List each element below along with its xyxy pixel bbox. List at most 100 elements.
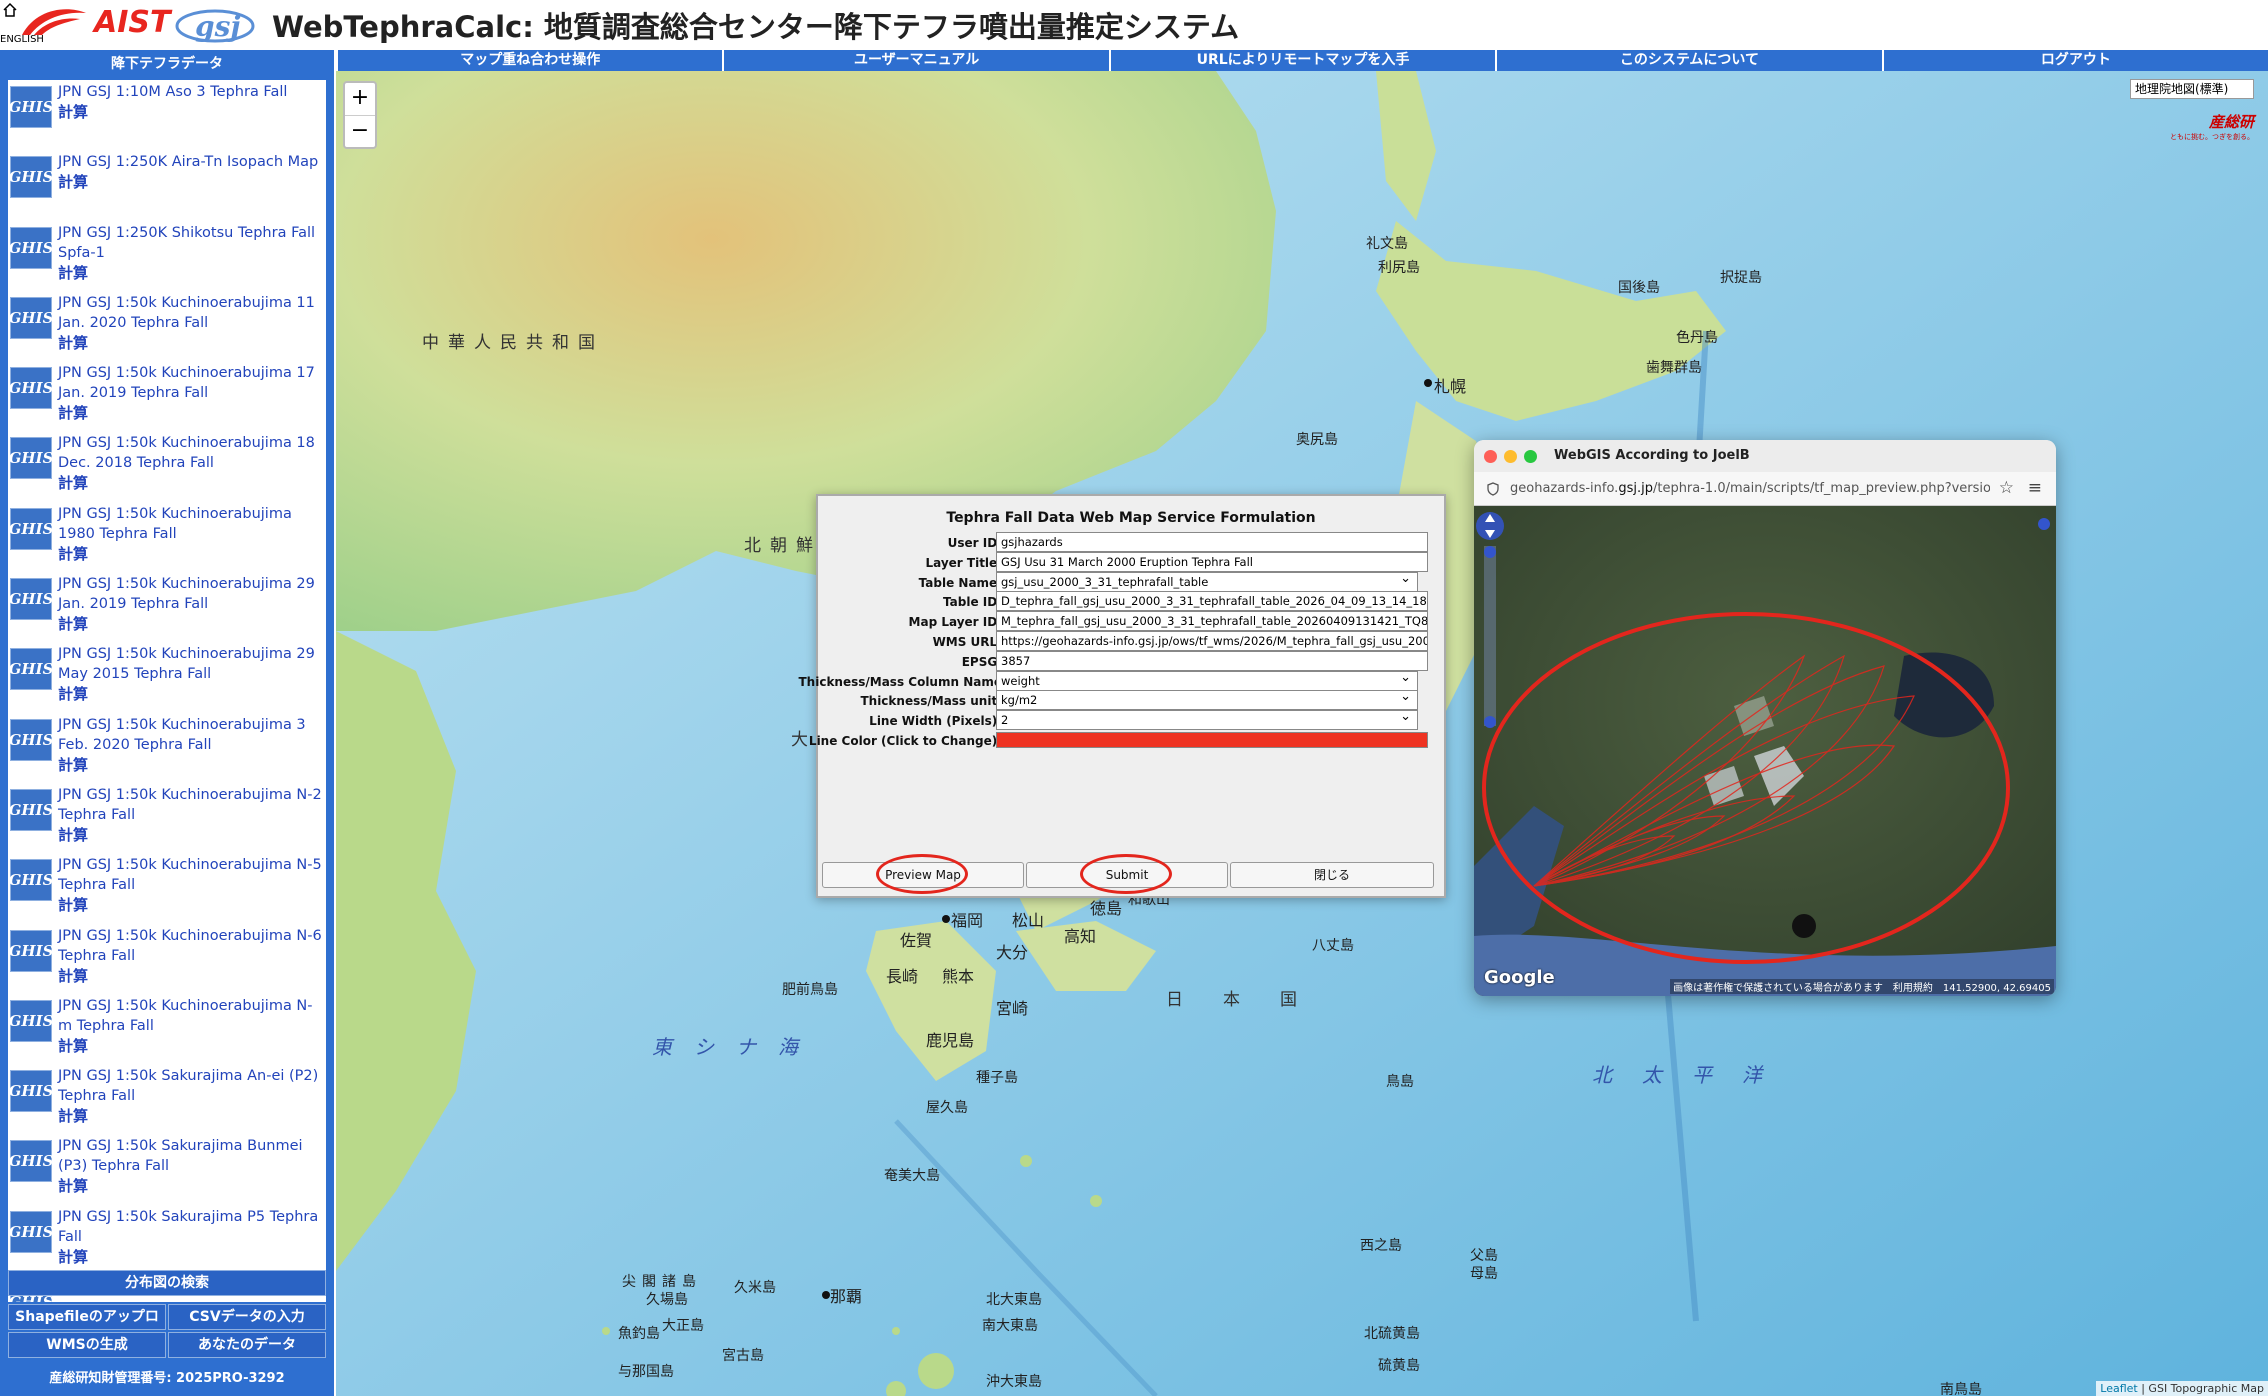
layer-list-item[interactable]: GHIS JPN GSJ 1:50k Sakurajima An-ei (P2) …	[8, 1064, 326, 1134]
calculate-link[interactable]: 計算	[58, 755, 324, 775]
layer-name-link[interactable]: JPN GSJ 1:50k Kuchinoerabujima 1980 Teph…	[58, 504, 324, 544]
layer-name-link[interactable]: JPN GSJ 1:50k Kuchinoerabujima N-2 Tephr…	[58, 785, 324, 825]
url-text[interactable]: geohazards-info.gsj.jp/tephra-1.0/main/s…	[1510, 481, 1990, 496]
ghis-icon[interactable]: GHIS	[9, 788, 53, 831]
form-input-field[interactable]: D_tephra_fall_gsj_usu_2000_3_31_tephrafa…	[996, 591, 1428, 612]
ghis-icon[interactable]: GHIS	[9, 437, 53, 480]
calculate-link[interactable]: 計算	[58, 473, 324, 493]
form-select-field[interactable]: 2	[996, 710, 1418, 731]
layer-list-item[interactable]: GHIS JPN GSJ 1:10M Aso 3 Tephra Fall 計算	[8, 80, 326, 150]
your-data-button[interactable]: あなたのデータ	[168, 1332, 326, 1358]
layer-list-item[interactable]: GHIS JPN GSJ 1:50k Kuchinoerabujima N-m T…	[8, 994, 326, 1064]
basemap-select[interactable]: 地理院地図(標準)	[2130, 79, 2254, 99]
ghis-icon[interactable]: GHIS	[9, 718, 53, 761]
layer-name-link[interactable]: JPN GSJ 1:50k Kuchinoerabujima N-5 Tephr…	[58, 855, 324, 895]
leaflet-link[interactable]: Leaflet	[2100, 1382, 2137, 1395]
ghis-icon[interactable]: GHIS	[9, 156, 53, 199]
minimize-window-icon[interactable]	[1504, 450, 1517, 463]
wms-generate-button[interactable]: WMSの生成	[8, 1332, 166, 1358]
browser-url-bar[interactable]: geohazards-info.gsj.jp/tephra-1.0/main/s…	[1474, 472, 2056, 506]
form-select-field[interactable]: gsj_usu_2000_3_31_tephrafall_table	[996, 571, 1418, 592]
layer-name-link[interactable]: JPN GSJ 1:50k Kuchinoerabujima 18 Dec. 2…	[58, 433, 324, 473]
calculate-link[interactable]: 計算	[58, 263, 324, 283]
calculate-link[interactable]: 計算	[58, 684, 324, 704]
layer-list-item[interactable]: GHIS JPN GSJ 1:50k Kuchinoerabujima 29 Ja…	[8, 572, 326, 642]
nav-map-overlay[interactable]: マップ重ね合わせ操作	[336, 50, 722, 71]
ghis-icon[interactable]: GHIS	[9, 929, 53, 972]
layer-name-link[interactable]: JPN GSJ 1:10M Aso 3 Tephra Fall	[58, 82, 287, 102]
form-input-field[interactable]: 3857	[996, 650, 1428, 671]
satellite-preview-map[interactable]: Google 画像は著作権で保護されている場合があります 利用規約 141.52…	[1474, 506, 2056, 996]
ghis-icon[interactable]: GHIS	[9, 999, 53, 1042]
form-input-field[interactable]: https://geohazards-info.gsj.jp/ows/tf_wm…	[996, 631, 1428, 651]
ghis-icon[interactable]: GHIS	[9, 859, 53, 902]
layer-name-link[interactable]: JPN GSJ 1:50k Kuchinoerabujima 11 Jan. 2…	[58, 293, 324, 333]
nav-remote-map-url[interactable]: URLによりリモートマップを入手	[1108, 50, 1495, 71]
layer-name-link[interactable]: JPN GSJ 1:50k Sakurajima Bunmei (P3) Tep…	[58, 1136, 324, 1176]
layer-list-item[interactable]: GHIS JPN GSJ 1:50k Kuchinoerabujima N-5 T…	[8, 853, 326, 923]
calculate-link[interactable]: 計算	[58, 895, 324, 915]
close-window-icon[interactable]	[1484, 450, 1497, 463]
bookmark-star-icon[interactable]: ☆	[1999, 478, 2014, 498]
line-color-swatch[interactable]	[996, 732, 1428, 748]
layer-name-link[interactable]: JPN GSJ 1:50k Kuchinoerabujima 3 Feb. 20…	[58, 715, 324, 755]
shapefile-upload-button[interactable]: Shapefileのアップロード	[8, 1304, 166, 1349]
form-select-field[interactable]: weight	[996, 670, 1418, 691]
layer-list-item[interactable]: GHIS JPN GSJ 1:50k Kuchinoerabujima 18 De…	[8, 431, 326, 501]
layer-list-item[interactable]: GHIS JPN GSJ 1:50k Kuchinoerabujima 11 Ja…	[8, 291, 326, 361]
layer-list-item[interactable]: GHIS JPN GSJ 1:50k Kuchinoerabujima 3 Feb…	[8, 713, 326, 783]
form-input-field[interactable]: GSJ Usu 31 March 2000 Eruption Tephra Fa…	[996, 551, 1428, 572]
layer-list-item[interactable]: GHIS JPN GSJ 1:50k Kuchinoerabujima 29 Ma…	[8, 642, 326, 712]
calculate-link[interactable]: 計算	[58, 544, 324, 564]
layer-list-item[interactable]: GHIS JPN GSJ 1:50k Sakurajima Bunmei (P3)…	[8, 1134, 326, 1204]
home-icon[interactable]	[2, 2, 18, 18]
layer-name-link[interactable]: JPN GSJ 1:250K Aira-Tn Isopach Map	[58, 152, 318, 172]
ghis-icon[interactable]: GHIS	[9, 296, 53, 339]
search-distribution-button[interactable]: 分布図の検索	[8, 1270, 326, 1296]
ghis-icon[interactable]: GHIS	[9, 1070, 53, 1113]
calculate-link[interactable]: 計算	[58, 1176, 324, 1196]
calculate-link[interactable]: 計算	[58, 966, 324, 986]
calculate-link[interactable]: 計算	[58, 172, 318, 192]
layer-name-link[interactable]: JPN GSJ 1:50k Kuchinoerabujima N-m Tephr…	[58, 996, 324, 1036]
layer-list-item[interactable]: GHIS JPN GSJ 1:50k Kuchinoerabujima 17 Ja…	[8, 361, 326, 431]
tephra-layer-list[interactable]: GHIS JPN GSJ 1:10M Aso 3 Tephra Fall 計算 GHI…	[8, 80, 326, 1302]
layer-name-link[interactable]: JPN GSJ 1:50k Kuchinoerabujima 29 Jan. 2…	[58, 574, 324, 614]
layer-list-item[interactable]: GHIS JPN GSJ 1:250K Aira-Tn Isopach Map 計算	[8, 150, 326, 220]
calculate-link[interactable]: 計算	[58, 1247, 324, 1267]
form-input-field[interactable]: gsjhazards	[996, 532, 1428, 552]
ghis-icon[interactable]: GHIS	[9, 367, 53, 410]
calculate-link[interactable]: 計算	[58, 333, 324, 353]
close-dialog-button[interactable]: 閉じる	[1230, 862, 1434, 888]
nav-about[interactable]: このシステムについて	[1495, 50, 1881, 71]
ghis-icon[interactable]: GHIS	[9, 1140, 53, 1183]
csv-input-button[interactable]: CSVデータの入力	[168, 1304, 326, 1330]
layer-name-link[interactable]: JPN GSJ 1:50k Sakurajima An-ei (P2) Teph…	[58, 1066, 324, 1106]
pan-control-icon[interactable]	[1476, 512, 1504, 540]
site-info-icon[interactable]	[1486, 482, 1500, 496]
layer-list-item[interactable]: GHIS JPN GSJ 1:250K Shikotsu Tephra Fall …	[8, 221, 326, 291]
calculate-link[interactable]: 計算	[58, 614, 324, 634]
layer-list-item[interactable]: GHIS JPN GSJ 1:50k Sakurajima P5 Tephra F…	[8, 1205, 326, 1275]
zoom-out-button[interactable]: −	[345, 115, 375, 147]
layer-list-item[interactable]: GHIS JPN GSJ 1:50k Kuchinoerabujima N-2 T…	[8, 783, 326, 853]
calculate-link[interactable]: 計算	[58, 102, 287, 122]
maximize-window-icon[interactable]	[1524, 450, 1537, 463]
menu-icon[interactable]: ≡	[2028, 478, 2042, 498]
calculate-link[interactable]: 計算	[58, 825, 324, 845]
layer-list-item[interactable]: GHIS JPN GSJ 1:50k Kuchinoerabujima 1980 …	[8, 502, 326, 572]
calculate-link[interactable]: 計算	[58, 1036, 324, 1056]
nav-logout[interactable]: ログアウト	[1881, 50, 2268, 71]
ghis-icon[interactable]: GHIS	[9, 507, 53, 550]
ghis-icon[interactable]: GHIS	[9, 86, 53, 128]
zoom-in-button[interactable]: +	[345, 83, 375, 115]
calculate-link[interactable]: 計算	[58, 403, 324, 423]
nav-user-manual[interactable]: ユーザーマニュアル	[722, 50, 1108, 71]
layer-name-link[interactable]: JPN GSJ 1:250K Shikotsu Tephra Fall Spfa…	[58, 223, 324, 263]
ghis-icon[interactable]: GHIS	[9, 578, 53, 621]
layer-name-link[interactable]: JPN GSJ 1:50k Kuchinoerabujima 17 Jan. 2…	[58, 363, 324, 403]
calculate-link[interactable]: 計算	[58, 1106, 324, 1126]
layer-name-link[interactable]: JPN GSJ 1:50k Kuchinoerabujima 29 May 20…	[58, 644, 324, 684]
layer-list-item[interactable]: GHIS JPN GSJ 1:50k Kuchinoerabujima N-6 T…	[8, 924, 326, 994]
layer-name-link[interactable]: JPN GSJ 1:50k Sakurajima P5 Tephra Fall	[58, 1207, 324, 1247]
